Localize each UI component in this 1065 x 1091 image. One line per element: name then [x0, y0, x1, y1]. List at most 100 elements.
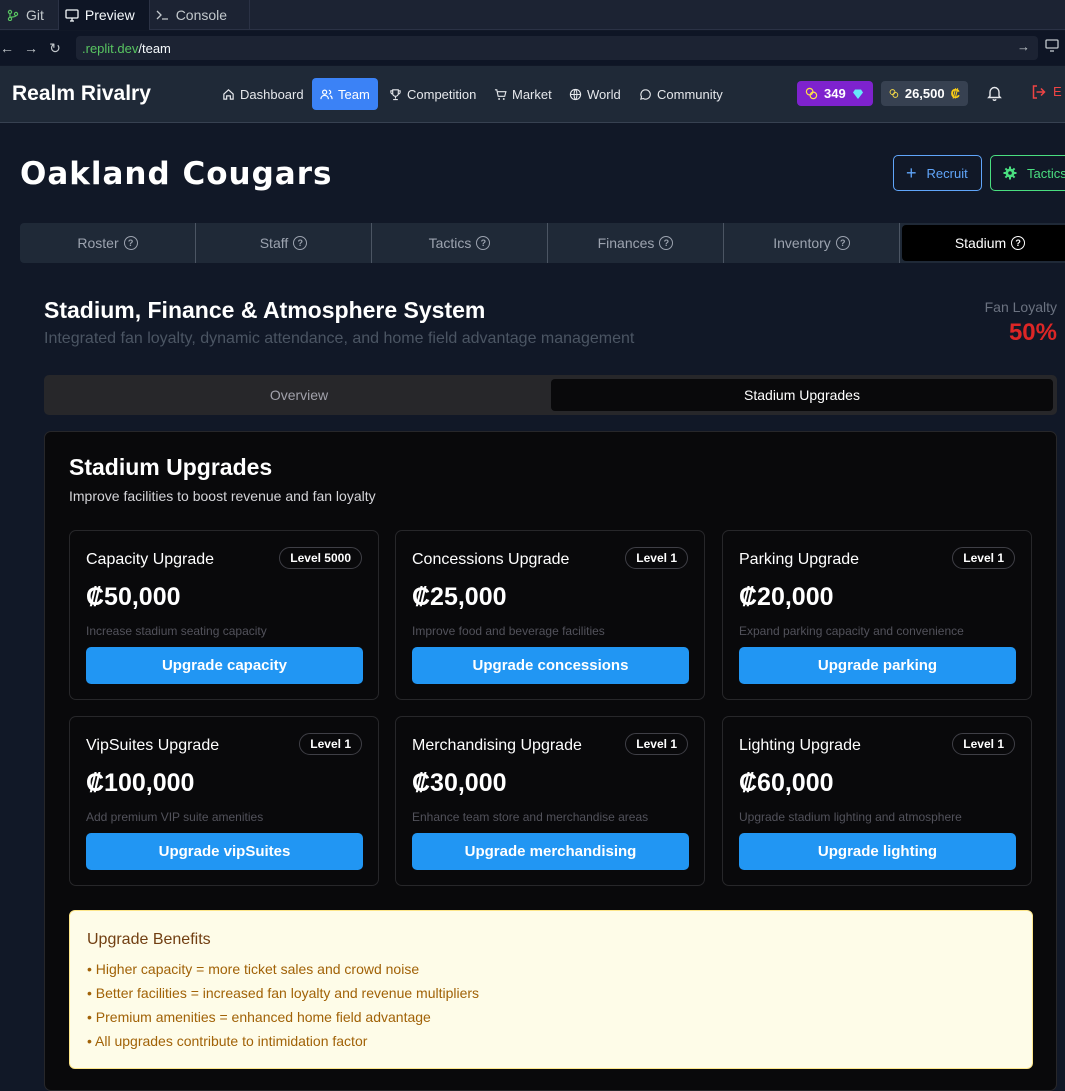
help-icon[interactable]: ? [835, 236, 850, 250]
help-icon[interactable]: ? [1011, 236, 1026, 250]
upgrade-name: Capacity Upgrade [86, 551, 215, 568]
credits-value: 26,500 [904, 86, 945, 101]
upgrade-cost: ₡25,000 [412, 583, 507, 611]
upgrade-card-concessions: Concessions Upgrade Level 1 ₡25,000 Impr… [395, 530, 705, 700]
ide-tab-console[interactable]: Console [150, 0, 250, 30]
credits-balance[interactable]: 26,500 ₡ [881, 81, 968, 106]
help-icon[interactable]: ? [476, 236, 491, 250]
tab-stadium[interactable]: Stadium? [902, 225, 1065, 261]
help-icon[interactable]: ? [293, 236, 308, 250]
coins-icon [889, 89, 899, 98]
upgrade-cost: ₡60,000 [739, 769, 834, 797]
upgrade-card-parking: Parking Upgrade Level 1 ₡20,000 Expand p… [722, 530, 1032, 700]
team-tabs: Roster? Staff? Tactics? Finances? Invent… [20, 223, 1065, 263]
terminal-icon [156, 8, 170, 22]
tactics-label: Tactics [1027, 165, 1065, 181]
upgrade-parking-button[interactable]: Upgrade parking [739, 647, 1016, 684]
tab-label: Tactics [428, 235, 472, 251]
level-badge: Level 1 [625, 547, 688, 569]
upgrade-lighting-button[interactable]: Upgrade lighting [739, 833, 1016, 870]
nav-team[interactable]: Team [312, 78, 378, 110]
upgrade-description: Improve food and beverage facilities [412, 624, 605, 638]
level-badge: Level 1 [952, 547, 1015, 569]
nav-competition[interactable]: Competition [381, 78, 484, 110]
nav-dashboard[interactable]: Dashboard [214, 78, 312, 110]
nav-label: Competition [407, 86, 477, 102]
gem-icon [852, 89, 863, 99]
fan-loyalty-value: 50% [1008, 319, 1057, 346]
gems-balance[interactable]: 349 [797, 81, 873, 106]
level-badge: Level 1 [625, 733, 688, 755]
upgrade-description: Upgrade stadium lighting and atmosphere [739, 810, 962, 824]
tactics-button[interactable]: Tactics [990, 155, 1065, 191]
upgrade-name: Merchandising Upgrade [412, 737, 582, 754]
level-badge: Level 1 [299, 733, 362, 755]
upgrade-card-merchandising: Merchandising Upgrade Level 1 ₡30,000 En… [395, 716, 705, 886]
tab-label: Roster [77, 235, 119, 251]
ide-tab-preview[interactable]: Preview [58, 0, 150, 30]
upgrade-vipsuites-button[interactable]: Upgrade vipSuites [86, 833, 363, 870]
upgrade-description: Increase stadium seating capacity [86, 624, 267, 638]
ide-tab-label: Git [26, 7, 44, 23]
nav-community[interactable]: Community [631, 78, 731, 110]
url-host: .replit.dev [82, 40, 139, 56]
tab-label: Staff [259, 235, 289, 251]
trophy-icon [390, 88, 401, 100]
recruit-button[interactable]: + Recruit [893, 155, 982, 191]
benefit-item: • All upgrades contribute to intimidatio… [87, 1033, 368, 1049]
upgrade-name: Parking Upgrade [739, 551, 860, 568]
back-arrow-icon[interactable]: ← [0, 40, 16, 56]
coins-icon [805, 87, 818, 100]
upgrade-card-vipsuites: VipSuites Upgrade Level 1 ₡100,000 Add p… [69, 716, 379, 886]
nav-world[interactable]: World [561, 78, 629, 110]
upgrade-name: Lighting Upgrade [739, 737, 861, 754]
logout-button[interactable]: E [1031, 84, 1062, 100]
upgrade-capacity-button[interactable]: Upgrade capacity [86, 647, 363, 684]
credit-symbol: ₡ [950, 86, 960, 101]
upgrades-title: Stadium Upgrades [69, 454, 273, 480]
fan-loyalty-label: Fan Loyalty [984, 299, 1057, 315]
monitor-icon [65, 8, 79, 22]
nav-label: Market [512, 86, 552, 102]
level-badge: Level 1 [952, 733, 1015, 755]
brand-logo[interactable]: Realm Rivalry [12, 82, 151, 106]
benefits-list: • Higher capacity = more ticket sales an… [87, 961, 479, 1057]
upgrade-description: Add premium VIP suite amenities [86, 810, 264, 824]
upgrade-concessions-button[interactable]: Upgrade concessions [412, 647, 689, 684]
tab-label: Stadium [954, 235, 1007, 251]
tab-staff[interactable]: Staff? [196, 223, 372, 263]
upgrade-card-lighting: Lighting Upgrade Level 1 ₡60,000 Upgrade… [722, 716, 1032, 886]
tab-roster[interactable]: Roster? [20, 223, 196, 263]
url-input[interactable]: .replit.dev/team → [76, 36, 1038, 60]
reload-icon[interactable]: ↻ [46, 40, 64, 57]
app-header: Realm Rivalry Dashboard Team Competition… [0, 66, 1065, 123]
benefit-item: • Better facilities = increased fan loya… [87, 985, 480, 1001]
benefit-item: • Higher capacity = more ticket sales an… [87, 961, 420, 977]
logout-icon [1032, 85, 1046, 99]
devices-icon[interactable] [1045, 39, 1059, 57]
tab-label: Finances [597, 235, 655, 251]
ide-tab-bar: Git Preview Console [0, 0, 1065, 30]
tab-finances[interactable]: Finances? [548, 223, 724, 263]
open-external-icon[interactable]: → [1017, 39, 1030, 54]
forward-arrow-icon[interactable]: → [22, 40, 40, 56]
nav-label: Dashboard [240, 86, 304, 102]
nav-market[interactable]: Market [486, 78, 560, 110]
tab-inventory[interactable]: Inventory? [724, 223, 900, 263]
stadium-upgrades-card: Stadium Upgrades Improve facilities to b… [44, 431, 1057, 1091]
upgrades-subtitle: Improve facilities to boost revenue and … [69, 488, 376, 504]
stadium-segment-control: Overview Stadium Upgrades [44, 375, 1057, 415]
bell-icon[interactable] [987, 85, 1002, 106]
tab-tactics[interactable]: Tactics? [372, 223, 548, 263]
upgrade-merchandising-button[interactable]: Upgrade merchandising [412, 833, 689, 870]
upgrade-card-capacity: Capacity Upgrade Level 5000 ₡50,000 Incr… [69, 530, 379, 700]
segment-overview[interactable]: Overview [48, 379, 550, 411]
ide-tab-git[interactable]: Git [0, 0, 59, 30]
logout-label: E [1053, 84, 1062, 99]
help-icon[interactable]: ? [123, 236, 138, 250]
gems-value: 349 [824, 86, 846, 101]
segment-stadium-upgrades[interactable]: Stadium Upgrades [551, 379, 1053, 411]
recruit-label: Recruit [926, 165, 968, 181]
address-bar: ← → ↻ .replit.dev/team → [0, 31, 1065, 65]
help-icon[interactable]: ? [659, 236, 674, 250]
